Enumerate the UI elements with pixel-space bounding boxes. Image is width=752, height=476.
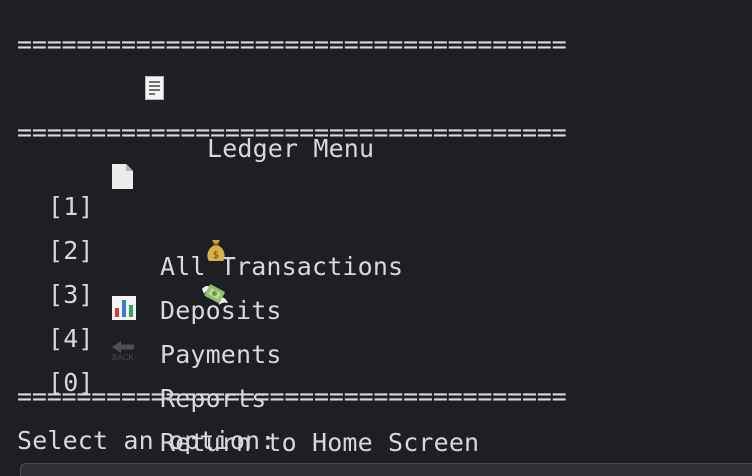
separator-mid: ===================================== xyxy=(17,118,567,147)
receipt-icon xyxy=(145,76,164,100)
menu-item-reports: [4] Reports xyxy=(17,294,737,413)
input-prompt: Select an option: xyxy=(17,426,276,455)
separator-top: ===================================== xyxy=(17,30,567,59)
separator-bottom: ===================================== xyxy=(17,382,567,411)
document-icon xyxy=(112,164,133,189)
back-arrow-icon: BACK xyxy=(110,338,136,364)
money-with-wings-icon xyxy=(110,251,229,305)
back-icon-text: BACK xyxy=(112,353,134,362)
menu-item-deposits: [2] $ Deposits xyxy=(17,206,737,325)
menu-item-payments: [3] Payments xyxy=(17,250,737,369)
money-bag-icon: $ xyxy=(113,207,225,261)
menu-title-row: Ledger Menu xyxy=(17,74,417,163)
console-input-field[interactable] xyxy=(20,463,752,476)
menu-item-return-home: [0] BACK Return to Home Screen xyxy=(17,338,737,457)
bar-chart-icon xyxy=(112,296,136,320)
menu-item-all-transactions: [1] All Transactions xyxy=(17,162,737,281)
